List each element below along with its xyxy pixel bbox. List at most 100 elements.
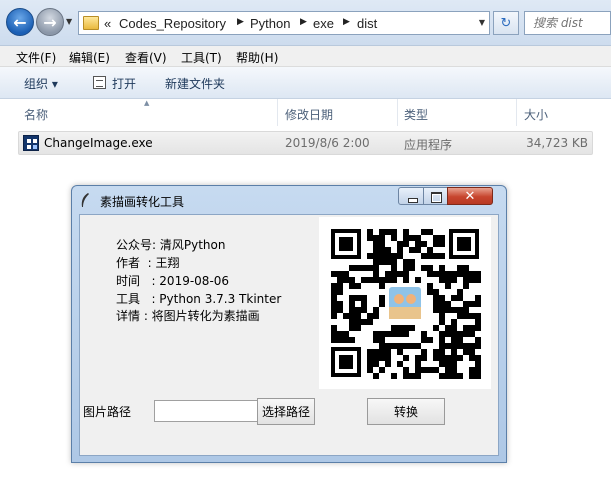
forward-button[interactable]: → — [36, 8, 64, 36]
column-modified[interactable]: 修改日期 — [285, 106, 333, 123]
qr-module — [415, 343, 421, 349]
menu-bar: 文件(F) 编辑(E) 查看(V) 工具(T) 帮助(H) — [0, 46, 611, 67]
qr-module — [397, 331, 403, 337]
select-path-button[interactable]: 选择路径 — [257, 398, 315, 425]
qr-module — [331, 325, 337, 331]
address-path-box[interactable]: « Codes_Repository ▶ Python ▶ exe ▶ dist… — [78, 11, 490, 35]
qr-module — [451, 325, 457, 331]
qr-module — [457, 265, 463, 271]
menu-edit[interactable]: 编辑(E) — [69, 49, 110, 66]
qr-module — [331, 283, 337, 289]
menu-file[interactable]: 文件(F) — [16, 49, 56, 66]
qr-module — [439, 355, 445, 361]
qr-module — [373, 361, 379, 367]
column-divider[interactable] — [397, 99, 398, 126]
qr-module — [379, 295, 385, 301]
qr-module — [355, 325, 361, 331]
qr-module — [349, 319, 355, 325]
qr-module — [469, 271, 475, 277]
qr-module — [415, 247, 421, 253]
qr-module — [403, 367, 409, 373]
qr-module — [397, 361, 403, 367]
search-input[interactable] — [525, 12, 610, 34]
qr-module — [385, 331, 391, 337]
qr-module — [427, 337, 433, 343]
column-type[interactable]: 类型 — [404, 106, 428, 123]
breadcrumb-item[interactable]: dist — [357, 16, 377, 31]
window-titlebar[interactable]: 素描画转化工具 ✕ — [72, 186, 506, 214]
qr-module — [475, 301, 481, 307]
qr-module — [427, 229, 433, 235]
qr-module — [469, 373, 475, 379]
organize-button[interactable]: 组织 ▾ — [24, 75, 58, 92]
qr-module — [439, 331, 445, 337]
qr-module — [463, 271, 469, 277]
refresh-button[interactable]: ↻ — [493, 11, 519, 35]
qr-module — [379, 235, 385, 241]
maximize-button[interactable] — [423, 187, 448, 205]
new-folder-button[interactable]: 新建文件夹 — [165, 75, 225, 92]
qr-module — [445, 361, 451, 367]
qr-module — [355, 265, 361, 271]
qr-module — [391, 331, 397, 337]
qr-module — [439, 253, 445, 259]
qr-module — [373, 271, 379, 277]
qr-module — [403, 235, 409, 241]
qr-module — [415, 277, 421, 283]
qr-module — [421, 331, 427, 337]
info-line-tool: 工具 : Python 3.7.3 Tkinter — [116, 292, 282, 306]
qr-module — [421, 367, 427, 373]
convert-button[interactable]: 转换 — [367, 398, 445, 425]
breadcrumb-lead[interactable]: « — [104, 16, 111, 31]
path-dropdown-chevron-icon[interactable]: ▼ — [479, 18, 485, 27]
qr-module — [457, 295, 463, 301]
qr-module — [391, 235, 397, 241]
qr-module — [469, 349, 475, 355]
breadcrumb-chevron-icon[interactable]: ▶ — [300, 17, 307, 27]
open-icon — [93, 76, 106, 89]
qr-module — [349, 295, 355, 301]
qr-module — [355, 313, 361, 319]
qr-module — [451, 331, 457, 337]
qr-module — [433, 367, 439, 373]
qr-module — [361, 307, 367, 313]
column-divider[interactable] — [516, 99, 517, 126]
qr-module — [445, 343, 451, 349]
qr-module — [433, 271, 439, 277]
back-button[interactable]: ← — [6, 8, 34, 36]
qr-module — [361, 319, 367, 325]
qr-module — [391, 325, 397, 331]
qr-module — [439, 235, 445, 241]
qr-module — [373, 277, 379, 283]
menu-view[interactable]: 查看(V) — [125, 49, 167, 66]
qr-module — [379, 343, 385, 349]
column-name[interactable]: 名称 — [24, 106, 48, 123]
qr-module — [349, 307, 355, 313]
qr-module — [457, 307, 463, 313]
qr-module — [355, 319, 361, 325]
menu-tools[interactable]: 工具(T) — [181, 49, 222, 66]
breadcrumb-chevron-icon[interactable]: ▶ — [343, 17, 350, 27]
qr-module — [361, 265, 367, 271]
breadcrumb-item[interactable]: Python — [250, 16, 290, 31]
file-type: 应用程序 — [404, 138, 453, 152]
breadcrumb-item[interactable]: exe — [313, 16, 334, 31]
close-button[interactable]: ✕ — [447, 187, 493, 205]
minimize-button[interactable] — [398, 187, 424, 205]
qr-module — [373, 307, 379, 313]
search-box[interactable] — [524, 11, 611, 35]
qr-module — [367, 229, 373, 235]
qr-module — [331, 337, 337, 343]
file-row[interactable]: ChangeImage.exe 2019/8/6 2:00 应用程序 34,72… — [18, 131, 593, 155]
column-divider[interactable] — [277, 99, 278, 126]
qr-module — [469, 325, 475, 331]
qr-module — [457, 313, 463, 319]
recent-pages-chevron-icon[interactable]: ▼ — [66, 17, 72, 26]
qr-module — [439, 337, 445, 343]
breadcrumb-item[interactable]: Codes_Repository — [119, 16, 226, 31]
menu-help[interactable]: 帮助(H) — [236, 49, 278, 66]
breadcrumb-chevron-icon[interactable]: ▶ — [237, 17, 244, 27]
open-button[interactable]: 打开 — [112, 75, 136, 92]
image-path-input[interactable] — [154, 400, 258, 422]
column-size[interactable]: 大小 — [524, 106, 548, 123]
